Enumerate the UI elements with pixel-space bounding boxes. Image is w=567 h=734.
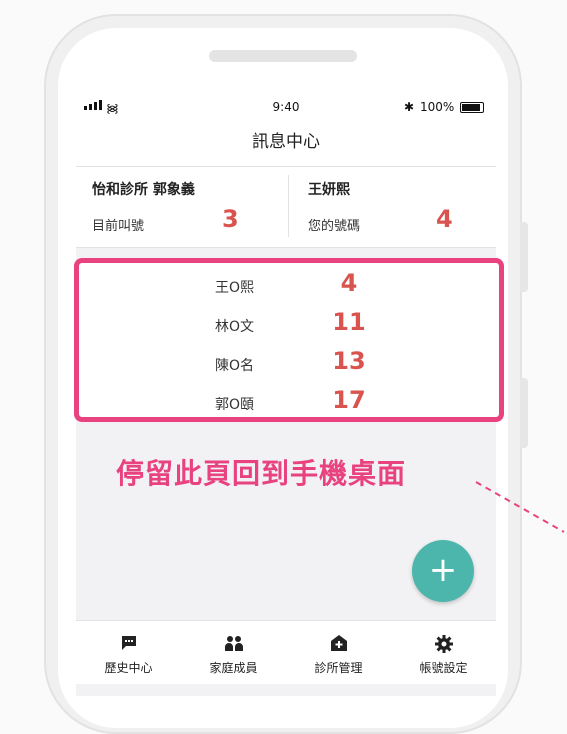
battery-icon (460, 102, 484, 113)
phone-side-button (520, 378, 528, 448)
my-number: 4 (436, 205, 453, 233)
tab-label: 家庭成員 (209, 661, 258, 675)
queue-row: 陳O名 13 (79, 345, 499, 381)
current-number: 3 (222, 205, 239, 233)
divider (288, 175, 289, 237)
queue-number: 4 (340, 269, 358, 297)
queue-number: 17 (332, 386, 366, 414)
tab-label: 歷史中心 (104, 661, 153, 675)
current-number-label: 目前叫號 (92, 219, 145, 234)
chat-icon (76, 635, 181, 653)
tab-settings[interactable]: 帳號設定 (391, 621, 496, 684)
tab-label: 帳號設定 (419, 661, 468, 675)
queue-name: 林O文 (215, 319, 255, 335)
battery-percent: 100% (420, 100, 455, 114)
bluetooth-icon: ✱ (404, 100, 415, 114)
queue-row: 林O文 11 (79, 306, 499, 342)
add-button[interactable]: + (412, 540, 474, 602)
phone-speaker (209, 50, 357, 62)
queue-info-panel: 怡和診所 郭象義 王妍熙 目前叫號 3 您的號碼 4 (76, 167, 496, 248)
gear-icon (391, 635, 496, 653)
queue-name: 陳O名 (215, 358, 255, 374)
people-icon (181, 635, 286, 653)
queue-row: 王O熙 4 (79, 267, 499, 303)
tab-history[interactable]: 歷史中心 (76, 621, 181, 684)
clinic-icon (286, 635, 391, 653)
annotation-caption: 停留此頁回到手機桌面 (116, 457, 407, 490)
queue-number: 11 (332, 308, 366, 336)
status-bar: ᯼ 9:40 ✱ 100% (76, 96, 496, 118)
queue-row: 郭O頤 17 (79, 384, 499, 420)
patient-name: 王妍熙 (308, 182, 350, 198)
tab-family[interactable]: 家庭成員 (181, 621, 286, 684)
page-title: 訊息中心 (76, 118, 496, 167)
tab-label: 診所管理 (314, 661, 363, 675)
phone-side-button (520, 222, 528, 292)
bottom-tab-bar: 歷史中心 家庭成員 診所管理 帳號設定 (76, 620, 496, 684)
queue-number: 13 (332, 347, 366, 375)
annotation-arrow (475, 481, 565, 533)
clinic-name: 怡和診所 郭象義 (92, 182, 195, 198)
tab-clinic[interactable]: 診所管理 (286, 621, 391, 684)
queue-list: 王O熙 4 林O文 11 陳O名 13 郭O頤 17 (74, 258, 504, 422)
queue-name: 王O熙 (215, 280, 255, 296)
my-number-label: 您的號碼 (308, 219, 361, 234)
queue-name: 郭O頤 (215, 397, 255, 413)
